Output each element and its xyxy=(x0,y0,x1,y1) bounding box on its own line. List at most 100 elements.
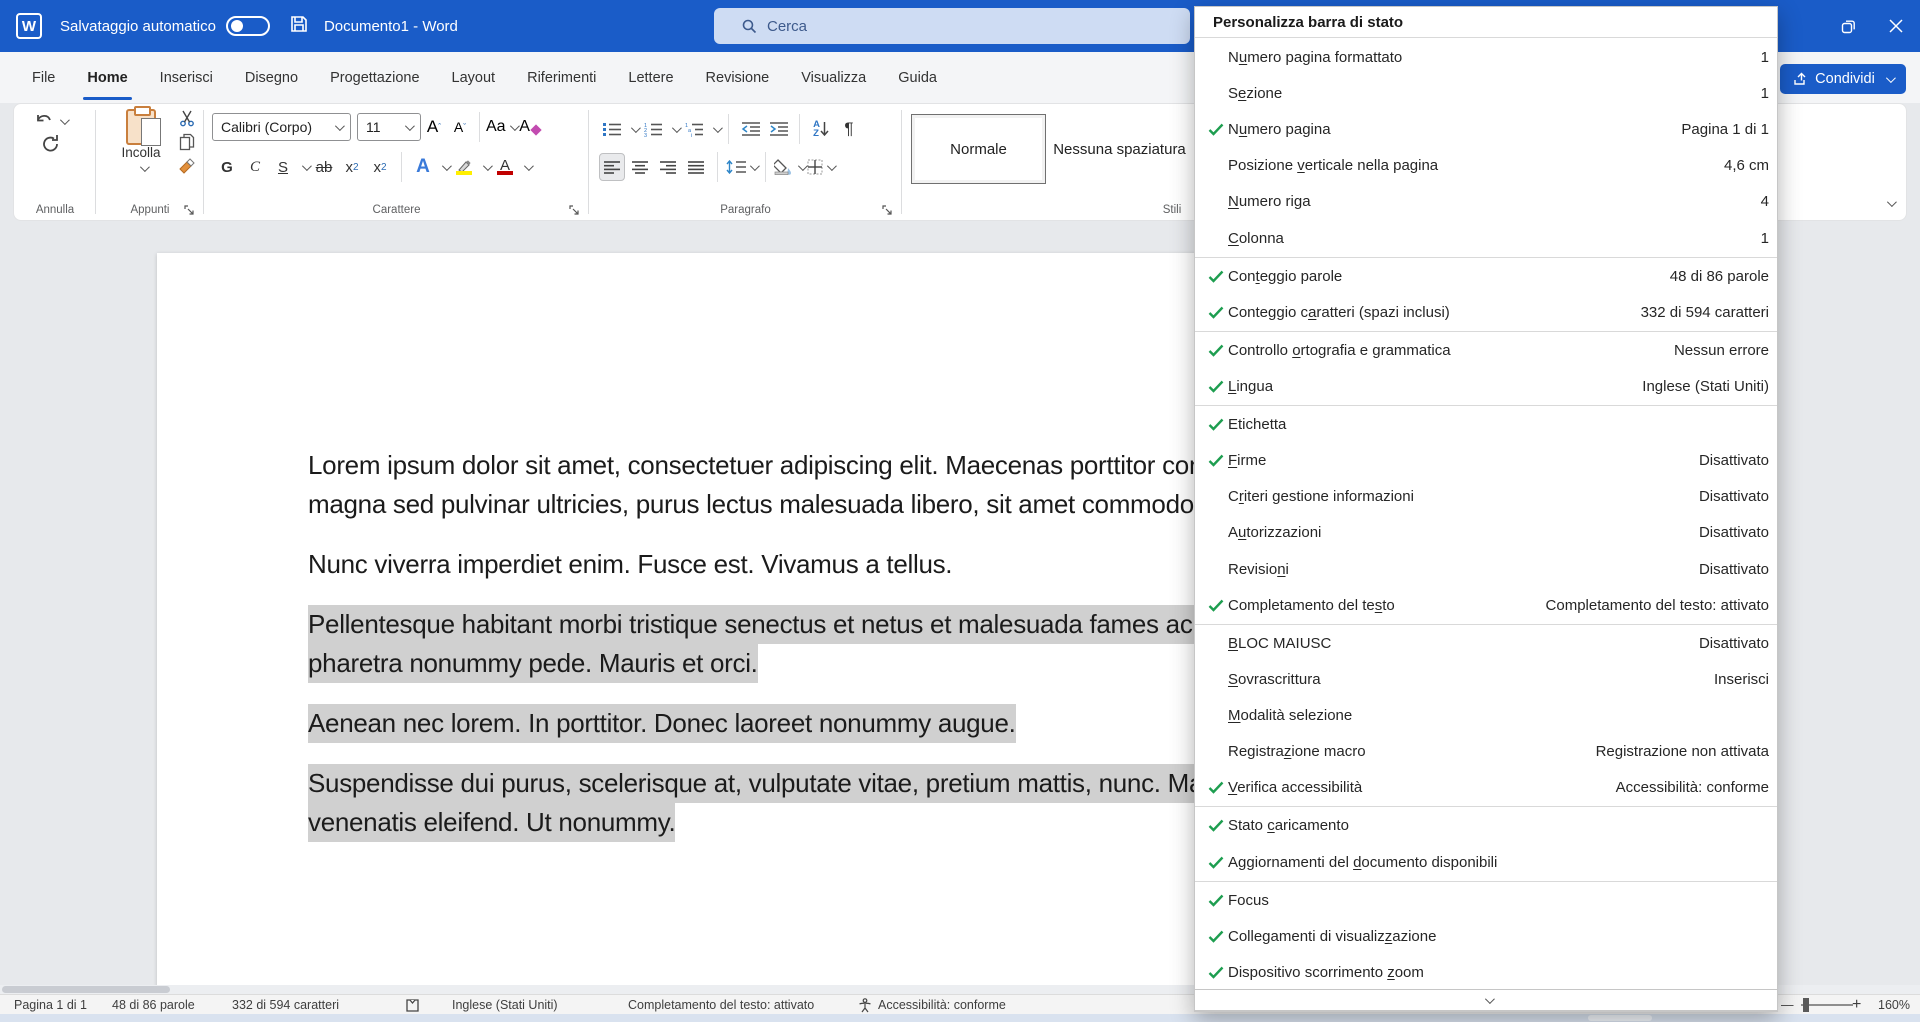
menu-item-controllo-ortografia-e-grammatica[interactable]: Controllo ortografia e grammaticaNessun … xyxy=(1195,332,1777,368)
status-language[interactable]: Inglese (Stati Uniti) xyxy=(452,995,558,1015)
format-painter-button[interactable] xyxy=(178,157,196,174)
tab-lettere[interactable]: Lettere xyxy=(612,52,689,103)
menu-item-colonna[interactable]: Colonna1 xyxy=(1195,220,1777,256)
menu-item-numero-riga[interactable]: Numero riga4 xyxy=(1195,184,1777,220)
clear-formatting-button[interactable]: A xyxy=(517,113,543,141)
justify-button[interactable] xyxy=(683,153,709,181)
proofing-book-icon[interactable] xyxy=(405,995,420,1015)
menu-item-revisioni[interactable]: RevisioniDisattivato xyxy=(1195,551,1777,587)
accessibility-person-icon[interactable] xyxy=(858,995,872,1015)
tab-visualizza[interactable]: Visualizza xyxy=(785,52,882,103)
menu-item-etichetta[interactable]: Etichetta xyxy=(1195,406,1777,442)
menu-item-aggiornamenti-del-documento-disponibili[interactable]: Aggiornamenti del documento disponibili xyxy=(1195,844,1777,880)
undo-button[interactable] xyxy=(34,112,67,130)
tab-disegno[interactable]: Disegno xyxy=(229,52,314,103)
sort-button[interactable]: AZ xyxy=(808,115,834,143)
strikethrough-button[interactable]: ab xyxy=(311,153,337,181)
status-accessibility[interactable]: Accessibilità: conforme xyxy=(878,995,1006,1015)
shading-button[interactable] xyxy=(774,153,805,181)
multilevel-list-button[interactable]: 1ai xyxy=(681,115,707,143)
align-right-button[interactable] xyxy=(655,153,681,181)
menu-item-autorizzazioni[interactable]: AutorizzazioniDisattivato xyxy=(1195,515,1777,551)
font-dialog-launcher[interactable] xyxy=(569,203,581,215)
menu-item-verifica-accessibilit-[interactable]: Verifica accessibilitàAccessibilità: con… xyxy=(1195,770,1777,806)
zoom-slider[interactable] xyxy=(1793,995,1861,1015)
menu-item-firme[interactable]: FirmeDisattivato xyxy=(1195,442,1777,478)
tab-guida[interactable]: Guida xyxy=(882,52,953,103)
scrollbar-thumb[interactable] xyxy=(2,986,170,993)
tab-file[interactable]: File xyxy=(16,52,71,103)
menu-item-lingua[interactable]: LinguaInglese (Stati Uniti) xyxy=(1195,368,1777,404)
align-center-button[interactable] xyxy=(627,153,653,181)
status-page-number[interactable]: Pagina 1 di 1 xyxy=(14,995,87,1015)
chevron-down-icon[interactable] xyxy=(713,123,723,133)
menu-item-conteggio-parole[interactable]: Conteggio parole48 di 86 parole xyxy=(1195,258,1777,294)
menu-item-completamento-del-testo[interactable]: Completamento del testoCompletamento del… xyxy=(1195,587,1777,623)
highlight-color-button[interactable] xyxy=(451,153,477,181)
zoom-slider-thumb[interactable] xyxy=(1803,998,1809,1012)
tab-layout[interactable]: Layout xyxy=(436,52,512,103)
increase-indent-button[interactable] xyxy=(765,115,791,143)
menu-item-collegamenti-di-visualizzazione[interactable]: Collegamenti di visualizzazione xyxy=(1195,918,1777,954)
clipboard-dialog-launcher[interactable] xyxy=(184,203,196,215)
status-word-count[interactable]: 48 di 86 parole xyxy=(112,995,195,1015)
menu-item-sezione[interactable]: Sezione1 xyxy=(1195,75,1777,111)
save-icon[interactable] xyxy=(290,15,308,38)
italic-button[interactable]: C xyxy=(242,153,268,181)
line-spacing-button[interactable] xyxy=(726,153,757,181)
tab-revisione[interactable]: Revisione xyxy=(690,52,786,103)
chevron-down-icon[interactable] xyxy=(139,162,149,172)
cut-button[interactable] xyxy=(179,110,196,127)
font-size-select[interactable]: 11 xyxy=(357,113,421,141)
zoom-level[interactable]: 160% xyxy=(1878,995,1910,1015)
menu-item-stato-caricamento[interactable]: Stato caricamento xyxy=(1195,808,1777,844)
shrink-font-button[interactable]: Aˇ xyxy=(447,113,473,141)
tab-progettazione[interactable]: Progettazione xyxy=(314,52,435,103)
outer-scroll-thumb[interactable] xyxy=(1588,1015,1652,1021)
menu-item-focus[interactable]: Focus xyxy=(1195,882,1777,918)
superscript-button[interactable]: x2 xyxy=(367,153,393,181)
align-left-button[interactable] xyxy=(599,153,625,181)
menu-item-criteri-gestione-informazioni[interactable]: Criteri gestione informazioniDisattivato xyxy=(1195,479,1777,515)
menu-item-dispositivo-scorrimento-zoom[interactable]: Dispositivo scorrimento zoom xyxy=(1195,954,1777,989)
paste-button[interactable]: Incolla xyxy=(112,109,170,175)
menu-item-posizione-verticale-nella-pagina[interactable]: Posizione verticale nella pagina4,6 cm xyxy=(1195,148,1777,184)
redo-button[interactable] xyxy=(34,134,67,154)
menu-item-numero-pagina[interactable]: Numero paginaPagina 1 di 1 xyxy=(1195,111,1777,147)
menu-item-conteggio-caratteri-spazi-inclusi-[interactable]: Conteggio caratteri (spazi inclusi)332 d… xyxy=(1195,294,1777,330)
restore-window-button[interactable] xyxy=(1824,0,1872,52)
share-button[interactable]: Condividi xyxy=(1780,64,1906,94)
tab-home[interactable]: Home xyxy=(71,52,143,103)
autosave-toggle[interactable] xyxy=(226,16,270,36)
status-char-count[interactable]: 332 di 594 caratteri xyxy=(232,995,339,1015)
borders-button[interactable] xyxy=(807,153,834,181)
paragraph-dialog-launcher[interactable] xyxy=(882,203,894,215)
subscript-button[interactable]: x2 xyxy=(339,153,365,181)
bold-button[interactable]: G xyxy=(214,153,240,181)
font-color-button[interactable]: A xyxy=(492,153,518,181)
tab-riferimenti[interactable]: Riferimenti xyxy=(511,52,612,103)
menu-item-sovrascrittura[interactable]: SovrascritturaInserisci xyxy=(1195,661,1777,697)
menu-item-bloc-maiusc[interactable]: BLOC MAIUSCDisattivato xyxy=(1195,625,1777,661)
font-name-select[interactable]: Calibri (Corpo) xyxy=(212,113,351,141)
menu-scroll-down-button[interactable] xyxy=(1194,989,1778,1011)
search-input[interactable]: Cerca xyxy=(714,8,1190,44)
menu-item-registrazione-macro[interactable]: Registrazione macroRegistrazione non att… xyxy=(1195,734,1777,770)
tab-inserisci[interactable]: Inserisci xyxy=(144,52,229,103)
chevron-down-icon[interactable] xyxy=(60,115,70,125)
show-marks-button[interactable]: ¶ xyxy=(836,115,862,143)
numbered-list-button[interactable]: 123 xyxy=(640,115,666,143)
chevron-down-icon[interactable] xyxy=(524,161,534,171)
style-card-normale[interactable]: Normale xyxy=(911,114,1046,184)
menu-item-modalit-selezione[interactable]: Modalità selezione xyxy=(1195,698,1777,734)
decrease-indent-button[interactable] xyxy=(737,115,763,143)
copy-button[interactable] xyxy=(179,133,196,151)
outer-scroll-strip[interactable] xyxy=(0,1014,1920,1022)
status-text-completion[interactable]: Completamento del testo: attivato xyxy=(628,995,814,1015)
word-app-icon[interactable]: W xyxy=(16,13,42,39)
underline-button[interactable]: S xyxy=(270,153,296,181)
zoom-in-button[interactable]: + xyxy=(1852,995,1861,1015)
text-effects-button[interactable]: A xyxy=(410,153,436,181)
grow-font-button[interactable]: Aˆ xyxy=(421,113,447,141)
change-case-button[interactable]: Aa xyxy=(486,113,517,141)
